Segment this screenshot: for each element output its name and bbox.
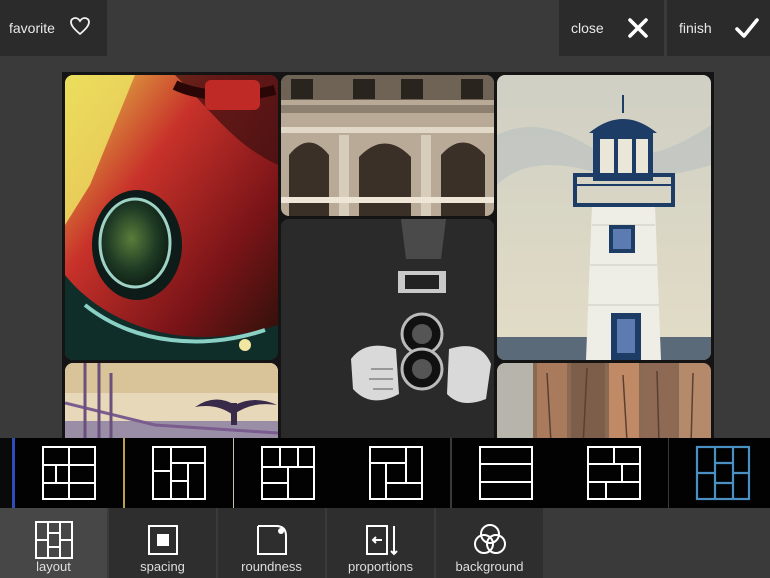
favorite-button[interactable]: favorite xyxy=(0,0,107,56)
photo-lighthouse[interactable] xyxy=(497,75,711,360)
layout-grid-6-icon xyxy=(587,446,641,500)
layout-grid-2-icon xyxy=(152,446,206,500)
layout-grid-7-icon xyxy=(695,445,751,501)
finish-label: finish xyxy=(679,20,712,36)
layout-preset-7[interactable] xyxy=(669,438,770,508)
layout-grid-1-icon xyxy=(42,446,96,500)
layout-grid-3-icon xyxy=(261,446,315,500)
checkmark-icon xyxy=(734,16,760,45)
favorite-label: favorite xyxy=(9,20,55,36)
collage-canvas[interactable] xyxy=(62,72,714,438)
layout-grid-4-icon xyxy=(369,446,423,500)
layout-preset-strip[interactable] xyxy=(0,438,770,508)
layout-grid-5-icon xyxy=(479,446,533,500)
tool-label: layout xyxy=(36,559,71,574)
tool-label: background xyxy=(455,559,524,574)
close-button[interactable]: close xyxy=(559,0,664,56)
layout-preset-5[interactable] xyxy=(452,438,560,508)
photo-cormorant-pier[interactable] xyxy=(65,363,278,438)
finish-button[interactable]: finish xyxy=(667,0,770,56)
tool-spacing[interactable]: spacing xyxy=(109,508,216,578)
tool-label: proportions xyxy=(347,559,414,574)
x-icon xyxy=(626,16,650,45)
photo-building-facade[interactable] xyxy=(281,75,494,216)
layout-preset-6[interactable] xyxy=(560,438,668,508)
tool-label: spacing xyxy=(140,559,185,574)
photo-camera-hands[interactable] xyxy=(281,219,494,438)
tool-background[interactable]: background xyxy=(436,508,543,578)
close-label: close xyxy=(571,20,604,36)
tool-label: roundness xyxy=(241,559,302,574)
layout-preset-2[interactable] xyxy=(125,438,233,508)
photo-car-headlight[interactable] xyxy=(65,75,278,360)
layout-preset-1[interactable] xyxy=(15,438,123,508)
layout-preset-3[interactable] xyxy=(234,438,342,508)
bottom-toolbar: layout spacing roundness proportions bac… xyxy=(0,508,770,578)
photo-wood-planks[interactable] xyxy=(497,363,711,438)
layout-preset-4[interactable] xyxy=(342,438,450,508)
tool-proportions[interactable]: proportions xyxy=(327,508,434,578)
tool-layout[interactable]: layout xyxy=(0,508,107,578)
tool-roundness[interactable]: roundness xyxy=(218,508,325,578)
heart-icon xyxy=(69,16,91,41)
